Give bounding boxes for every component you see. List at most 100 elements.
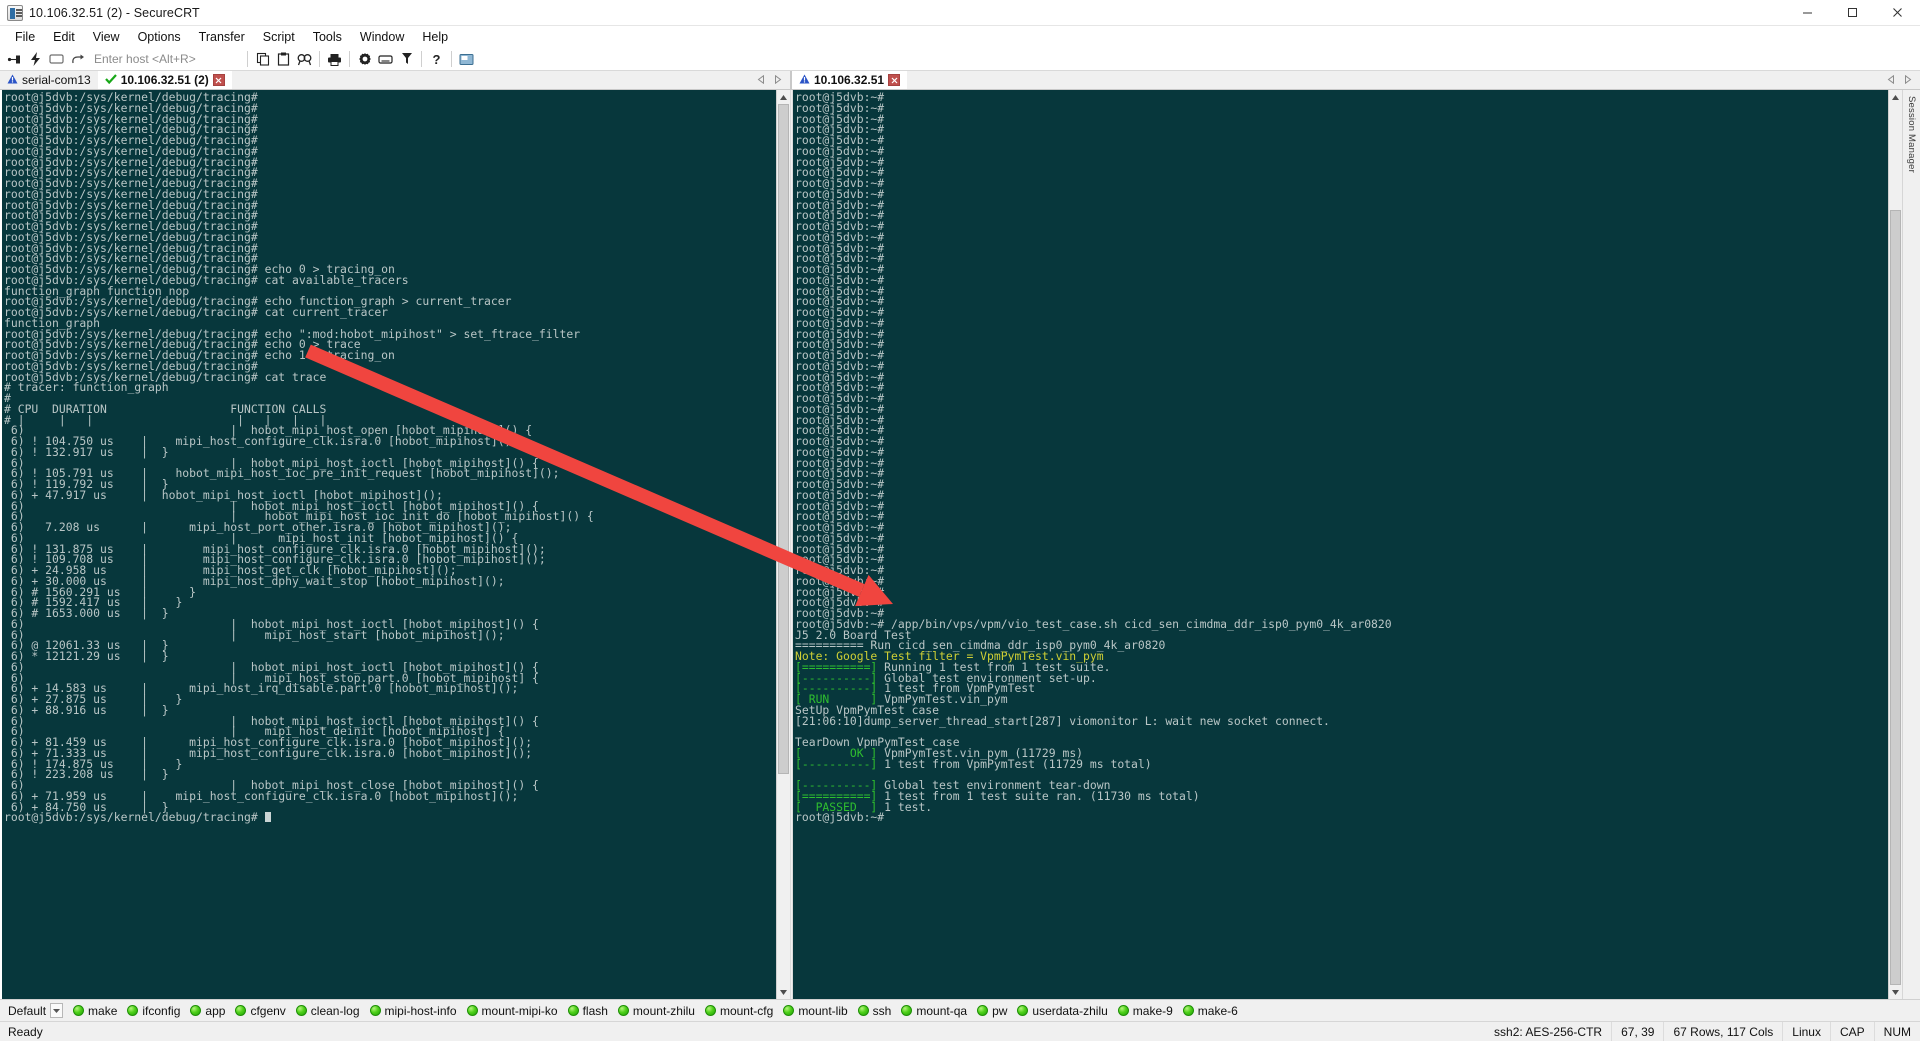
- bb-label: clean-log: [310, 1003, 360, 1018]
- bb-label: pw: [992, 1003, 1008, 1018]
- maximize-button[interactable]: [1830, 0, 1875, 26]
- bb-mount-zhilu[interactable]: mount-zhilu: [613, 1004, 700, 1018]
- bb-mount-mipi-ko[interactable]: mount-mipi-ko: [462, 1004, 563, 1018]
- status-dot-icon: [977, 1005, 989, 1016]
- print-icon[interactable]: [325, 50, 344, 69]
- bb-label: ifconfig: [142, 1003, 181, 1018]
- right-terminal-screen[interactable]: root@j5dvb:~# root@j5dvb:~# root@j5dvb:~…: [793, 90, 1888, 999]
- quick-connect-icon[interactable]: [26, 50, 45, 69]
- host-input[interactable]: Enter host <Alt+R>: [91, 50, 239, 68]
- menu-help[interactable]: Help: [413, 27, 457, 47]
- left-terminal-screen[interactable]: root@j5dvb:/sys/kernel/debug/tracing# ro…: [0, 90, 776, 999]
- svg-text:?: ?: [433, 52, 441, 66]
- bb-app[interactable]: app: [185, 1004, 230, 1018]
- bb-make-6[interactable]: make-6: [1178, 1004, 1243, 1018]
- bb-ifconfig[interactable]: ifconfig: [122, 1004, 185, 1018]
- tab-label: 10.106.32.51: [814, 73, 885, 87]
- status-emulation: Linux: [1782, 1021, 1830, 1041]
- left-pane-tabstrip: serial-com13 10.106.32.51 (2): [0, 71, 790, 90]
- chevron-left-icon[interactable]: [757, 74, 766, 86]
- menu-window[interactable]: Window: [351, 27, 413, 47]
- right-pane-tabstrip: 10.106.32.51: [792, 71, 1920, 90]
- chevron-right-icon[interactable]: [773, 74, 782, 86]
- menu-view[interactable]: View: [84, 27, 129, 47]
- menu-transfer[interactable]: Transfer: [190, 27, 254, 47]
- chevron-right-icon[interactable]: [1903, 74, 1912, 86]
- bb-label: ssh: [872, 1003, 892, 1018]
- status-dot-icon: [369, 1005, 381, 1016]
- status-caps-lock: CAP: [1829, 1021, 1874, 1041]
- status-num-lock: NUM: [1873, 1021, 1920, 1041]
- bb-mount-lib[interactable]: mount-lib: [778, 1004, 852, 1018]
- left-scrollbar[interactable]: [776, 90, 790, 999]
- tab-10-106-32-51[interactable]: 10.106.32.51: [792, 71, 908, 89]
- reconnect-icon[interactable]: [47, 50, 66, 69]
- bb-make[interactable]: make: [68, 1004, 122, 1018]
- bb-mount-qa[interactable]: mount-qa: [896, 1004, 972, 1018]
- chevron-left-icon[interactable]: [1887, 74, 1896, 86]
- status-dot-icon: [466, 1005, 478, 1016]
- status-dot-icon: [73, 1005, 85, 1016]
- tab-scroll-arrows-right: [1887, 74, 1920, 86]
- bb-mipi-host-info[interactable]: mipi-host-info: [365, 1004, 462, 1018]
- window-title: 10.106.32.51 (2) - SecureCRT: [29, 5, 200, 20]
- find-icon[interactable]: [295, 50, 314, 69]
- right-scroll-track[interactable]: [1889, 104, 1902, 985]
- left-scroll-track[interactable]: [777, 104, 790, 985]
- right-terminal-pane: root@j5dvb:~# root@j5dvb:~# root@j5dvb:~…: [793, 90, 1920, 999]
- bb-clean-log[interactable]: clean-log: [291, 1004, 365, 1018]
- bb-mount-cfg[interactable]: mount-cfg: [700, 1004, 778, 1018]
- status-dot-icon: [704, 1005, 716, 1016]
- disconnect-icon[interactable]: [68, 50, 87, 69]
- toolbar-separator-2: [319, 51, 320, 67]
- menu-edit[interactable]: Edit: [44, 27, 84, 47]
- session-manager-label: Session Manager: [1906, 96, 1917, 173]
- status-dot-icon: [857, 1005, 869, 1016]
- tab-10-106-32-51-2[interactable]: 10.106.32.51 (2): [97, 71, 232, 89]
- tab-scroll-arrows: [757, 74, 790, 86]
- bb-userdata-zhilu[interactable]: userdata-zhilu: [1012, 1004, 1112, 1018]
- tab-close-icon[interactable]: [212, 74, 225, 86]
- paste-icon[interactable]: [274, 50, 293, 69]
- menu-script[interactable]: Script: [254, 27, 304, 47]
- scroll-down-icon[interactable]: [1889, 985, 1902, 999]
- warning-icon: [7, 74, 18, 87]
- status-dot-icon: [1182, 1005, 1194, 1016]
- toolbar-separator-5: [451, 51, 452, 67]
- right-scrollbar[interactable]: [1888, 90, 1902, 999]
- menu-options[interactable]: Options: [129, 27, 190, 47]
- status-dot-icon: [190, 1005, 202, 1016]
- help-icon[interactable]: ?: [427, 50, 446, 69]
- minimize-button[interactable]: [1785, 0, 1830, 26]
- scroll-up-icon[interactable]: [777, 90, 790, 104]
- bb-cfgenv[interactable]: cfgenv: [230, 1004, 290, 1018]
- menu-tools[interactable]: Tools: [304, 27, 351, 47]
- tab-close-icon[interactable]: [888, 74, 901, 86]
- left-scroll-thumb[interactable]: [778, 104, 789, 774]
- chevron-down-icon[interactable]: [50, 1003, 64, 1018]
- menu-file[interactable]: File: [6, 27, 44, 47]
- bb-pw[interactable]: pw: [972, 1004, 1012, 1018]
- right-scroll-thumb[interactable]: [1890, 209, 1901, 985]
- bb-make-9[interactable]: make-9: [1113, 1004, 1178, 1018]
- tab-serial-com13[interactable]: serial-com13: [0, 71, 98, 89]
- left-terminal-text: root@j5dvb:/sys/kernel/debug/tracing# ro…: [4, 90, 594, 825]
- settings-icon[interactable]: [355, 50, 374, 69]
- session-options-icon[interactable]: [457, 50, 476, 69]
- bb-ssh[interactable]: ssh: [853, 1004, 897, 1018]
- bb-label: mount-cfg: [719, 1003, 774, 1018]
- keymap-icon[interactable]: [376, 50, 395, 69]
- filter-icon[interactable]: [397, 50, 416, 69]
- status-dot-icon: [567, 1005, 579, 1016]
- status-dot-icon: [901, 1005, 913, 1016]
- bb-label: mount-zhilu: [632, 1003, 695, 1018]
- bb-flash[interactable]: flash: [563, 1004, 613, 1018]
- scroll-down-icon[interactable]: [777, 985, 790, 999]
- close-button[interactable]: [1875, 0, 1920, 26]
- bb-label: make: [88, 1003, 118, 1018]
- copy-icon[interactable]: [253, 50, 272, 69]
- scroll-up-icon[interactable]: [1889, 90, 1902, 104]
- connect-icon[interactable]: [5, 50, 24, 69]
- bb-label: flash: [582, 1003, 608, 1018]
- session-manager-sidebar[interactable]: Session Manager: [1902, 90, 1920, 999]
